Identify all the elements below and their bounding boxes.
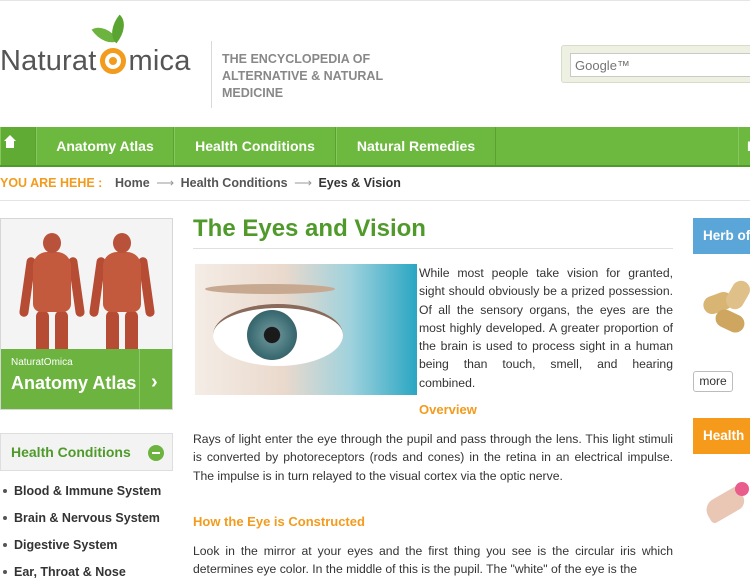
- breadcrumb-current: Eyes & Vision: [318, 176, 401, 190]
- health-conditions-title: Health Conditions: [11, 444, 131, 460]
- breadcrumb: YOU ARE HEHE : Home ⟶ Health Conditions …: [0, 167, 750, 201]
- nav-home[interactable]: [0, 127, 36, 165]
- overview-heading: Overview: [419, 402, 477, 417]
- health-conditions-list: Blood & Immune System Brain & Nervous Sy…: [0, 478, 173, 584]
- health-promo-title: Health: [703, 428, 745, 443]
- site-header: Naturat mica THE ENCYCLOPEDIA OF ALTERNAT…: [0, 0, 750, 127]
- header-divider: [211, 41, 212, 108]
- eye-image: [195, 264, 417, 395]
- herb-of-day-title: Herb of: [703, 228, 750, 243]
- home-icon: [4, 135, 16, 151]
- nav-item-truncated[interactable]: I: [738, 127, 750, 165]
- anatomy-atlas-promo[interactable]: NaturatOmica Anatomy Atlas ›: [0, 218, 173, 410]
- breadcrumb-arrow-icon: ⟶: [294, 176, 312, 190]
- collapse-minus-icon[interactable]: [148, 445, 164, 461]
- construct-paragraph: Look in the mirror at your eyes and the …: [193, 544, 673, 577]
- anatomy-atlas-banner[interactable]: NaturatOmica Anatomy Atlas ›: [1, 349, 172, 409]
- site-tagline: THE ENCYCLOPEDIA OF ALTERNATIVE & NATURA…: [222, 52, 383, 100]
- herb-of-day-header: Herb of: [693, 218, 750, 254]
- nav-item-anatomy-atlas[interactable]: Anatomy Atlas: [36, 127, 174, 165]
- atlas-title: Anatomy Atlas: [11, 373, 137, 393]
- sidebar-item-digestive[interactable]: Digestive System: [0, 532, 173, 559]
- nav-item-natural-remedies[interactable]: Natural Remedies: [336, 127, 496, 165]
- anatomy-figure-image: [18, 233, 86, 366]
- more-button[interactable]: more: [693, 371, 733, 392]
- site-logo[interactable]: Naturat mica: [0, 45, 191, 78]
- anatomy-figure-image: [88, 233, 156, 366]
- construct-heading: How the Eye is Constructed: [193, 514, 365, 529]
- overview-paragraph: Rays of light enter the eye through the …: [193, 432, 673, 483]
- logo-o-icon: [98, 45, 128, 75]
- page-title: The Eyes and Vision: [193, 215, 426, 242]
- health-conditions-header[interactable]: Health Conditions: [0, 433, 173, 471]
- health-promo-image[interactable]: [693, 454, 750, 584]
- nav-item-health-conditions[interactable]: Health Conditions: [174, 127, 336, 165]
- main-nav: Anatomy Atlas Health Conditions Natural …: [0, 127, 750, 167]
- health-promo-header: Health: [693, 418, 750, 454]
- sidebar-item-blood-immune[interactable]: Blood & Immune System: [0, 478, 173, 505]
- breadcrumb-path: Home ⟶ Health Conditions ⟶ Eyes & Vision: [115, 167, 401, 200]
- chevron-right-icon[interactable]: ›: [151, 371, 158, 394]
- breadcrumb-health-conditions[interactable]: Health Conditions: [181, 176, 288, 190]
- breadcrumb-home[interactable]: Home: [115, 176, 150, 190]
- breadcrumb-arrow-icon: ⟶: [156, 176, 175, 190]
- intro-paragraph: While most people take vision for grante…: [419, 266, 673, 390]
- breadcrumb-label: YOU ARE HEHE :: [0, 176, 103, 190]
- title-divider: [193, 248, 673, 249]
- search-input[interactable]: [570, 53, 750, 77]
- atlas-mini-logo: NaturatOmica: [11, 357, 73, 368]
- search-box: [561, 45, 750, 83]
- sidebar-item-ear-throat-nose[interactable]: Ear, Throat & Nose: [0, 559, 173, 584]
- herb-image[interactable]: [693, 254, 750, 364]
- sidebar-item-brain-nervous[interactable]: Brain & Nervous System: [0, 505, 173, 532]
